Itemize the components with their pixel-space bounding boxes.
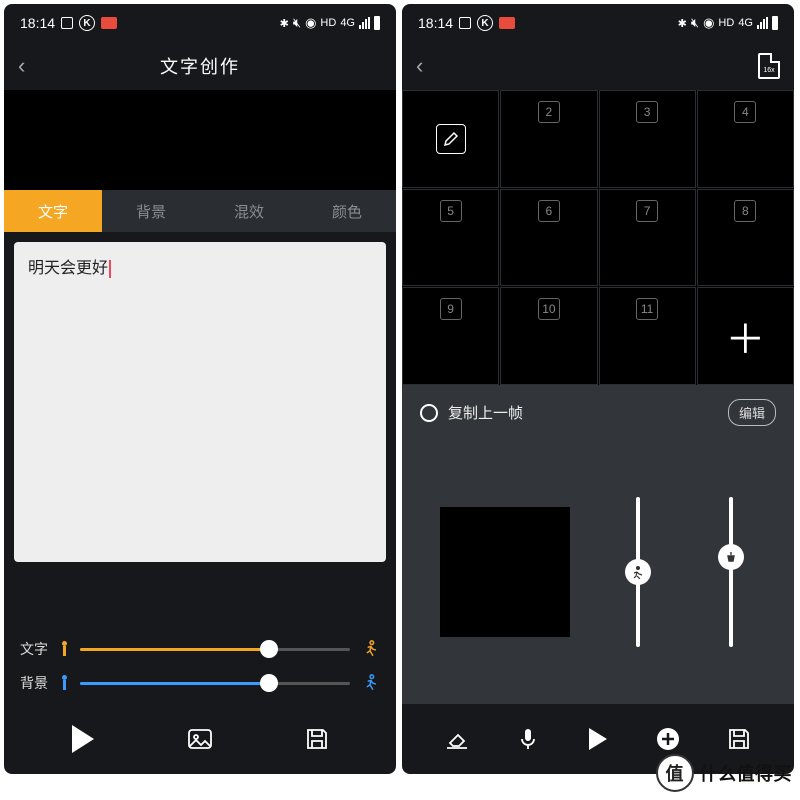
app-indicator-icon (499, 17, 515, 29)
bottom-bar (4, 704, 396, 774)
tab-effect[interactable]: 混效 (200, 190, 298, 232)
frame-cell-3[interactable]: 3 (599, 90, 696, 188)
sliders-panel: 文字 背景 (4, 624, 396, 704)
file-config-button[interactable]: 16x (758, 53, 780, 79)
frame-cell-9[interactable]: 9 (402, 287, 499, 385)
frame-cell-8[interactable]: 8 (697, 189, 794, 287)
mute-icon: 🔇︎ (691, 15, 699, 31)
frame-cell-7[interactable]: 7 (599, 189, 696, 287)
bg-speed-slider[interactable] (80, 682, 350, 685)
text-cursor (109, 260, 111, 278)
text-editor[interactable]: 明天会更好 (14, 242, 386, 562)
header: ‹ 文字创作 (4, 42, 396, 90)
status-bar: 18:14 K ✱ 🔇︎ ◉ HD 4G (4, 4, 396, 42)
hd-indicator: HD (718, 17, 734, 29)
left-screen: 18:14 K ✱ 🔇︎ ◉ HD 4G ‹ 文字创作 文字 背景 混效 (4, 4, 396, 774)
copy-row: 复制上一帧 编辑 (402, 385, 794, 440)
frame-cell-6[interactable]: 6 (500, 189, 597, 287)
watermark: 值 什么值得买 (656, 754, 793, 792)
k-indicator-icon: K (477, 15, 493, 31)
edit-button[interactable]: 编辑 (728, 399, 776, 426)
tab-color[interactable]: 颜色 (298, 190, 396, 232)
wifi-icon: ◉ (305, 15, 316, 31)
frame-cell-11[interactable]: 11 (599, 287, 696, 385)
clock: 18:14 (20, 15, 55, 31)
person-walk-icon (60, 675, 70, 691)
image-indicator-icon (61, 17, 73, 29)
watermark-badge: 值 (656, 754, 694, 792)
play-button[interactable] (580, 721, 616, 757)
person-walk-icon (60, 641, 70, 657)
mute-icon: 🔇︎ (293, 15, 301, 31)
signal-icon (359, 17, 370, 29)
header: ‹ 16x (402, 42, 794, 90)
text-speed-slider-row: 文字 (20, 632, 380, 666)
k-indicator-icon: K (79, 15, 95, 31)
tab-background[interactable]: 背景 (102, 190, 200, 232)
plus-icon: ＋ (725, 307, 765, 365)
editor-content: 明天会更好 (28, 260, 108, 277)
signal-icon (757, 17, 768, 29)
battery-icon (772, 16, 778, 30)
clock: 18:14 (418, 15, 453, 31)
page-title: 文字创作 (160, 53, 240, 79)
network-indicator: 4G (340, 17, 355, 29)
tab-text[interactable]: 文字 (4, 190, 102, 232)
play-button[interactable] (65, 721, 101, 757)
add-button[interactable] (650, 721, 686, 757)
save-button[interactable] (299, 721, 335, 757)
frame-cell-1[interactable] (402, 90, 499, 188)
frame-cell-4[interactable]: 4 (697, 90, 794, 188)
pencil-icon (436, 124, 466, 154)
hd-indicator: HD (320, 17, 336, 29)
erase-button[interactable] (439, 721, 475, 757)
mic-button[interactable] (510, 721, 546, 757)
copy-toggle[interactable] (420, 404, 438, 422)
frame-cell-10[interactable]: 10 (500, 287, 597, 385)
status-bar: 18:14 K ✱ 🔇︎ ◉ HD 4G (402, 4, 794, 42)
save-button[interactable] (721, 721, 757, 757)
add-frame-cell[interactable]: ＋ (697, 287, 794, 385)
bluetooth-icon: ✱ (678, 17, 687, 30)
wifi-icon: ◉ (703, 15, 714, 31)
frame-preview (440, 507, 570, 637)
back-button[interactable]: ‹ (416, 53, 423, 79)
network-indicator: 4G (738, 17, 753, 29)
controls-area (402, 440, 794, 704)
tab-bar: 文字 背景 混效 颜色 (4, 190, 396, 232)
vertical-slider-1[interactable] (613, 497, 663, 647)
vertical-slider-2[interactable] (706, 497, 756, 647)
bluetooth-icon: ✱ (280, 17, 289, 30)
battery-icon (374, 16, 380, 30)
back-button[interactable]: ‹ (18, 53, 25, 79)
app-indicator-icon (101, 17, 117, 29)
preview-area (4, 90, 396, 190)
slider-label: 文字 (20, 639, 50, 659)
text-speed-slider[interactable] (80, 648, 350, 651)
frame-cell-2[interactable]: 2 (500, 90, 597, 188)
person-run-icon (360, 674, 380, 692)
slider-label: 背景 (20, 673, 50, 693)
right-screen: 18:14 K ✱ 🔇︎ ◉ HD 4G ‹ 16x (402, 4, 794, 774)
copy-prev-frame-label: 复制上一帧 (448, 402, 523, 423)
image-button[interactable] (182, 721, 218, 757)
frame-cell-5[interactable]: 5 (402, 189, 499, 287)
image-indicator-icon (459, 17, 471, 29)
person-run-icon (360, 640, 380, 658)
bg-speed-slider-row: 背景 (20, 666, 380, 700)
watermark-text: 什么值得买 (700, 760, 793, 786)
frame-grid: 2 3 4 5 6 7 8 9 10 11 ＋ (402, 90, 794, 385)
